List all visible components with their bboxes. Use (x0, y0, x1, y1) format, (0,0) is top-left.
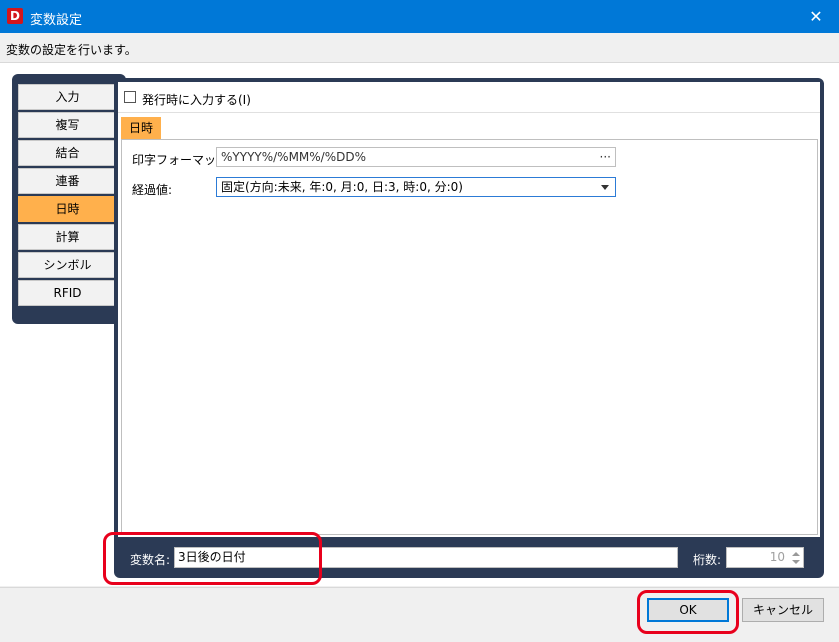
tab-symbol[interactable]: シンボル (18, 252, 117, 278)
cancel-button[interactable]: キャンセル (742, 598, 824, 622)
window-title: 変数設定 (30, 13, 83, 28)
tab-datetime-settings[interactable]: 日時 (121, 117, 161, 139)
tab-datetime[interactable]: 日時 (18, 196, 117, 222)
issue-input-checkbox[interactable] (124, 91, 136, 103)
tab-input[interactable]: 入力 (18, 84, 117, 110)
print-format-field[interactable]: %YYYY%/%MM%/%DD% ··· (216, 147, 616, 167)
description-bar: 変数の設定を行います。 (0, 33, 839, 63)
tab-join[interactable]: 結合 (18, 140, 117, 166)
digits-label: 桁数: (693, 553, 722, 567)
close-button[interactable]: ✕ (793, 0, 839, 33)
description-text: 変数の設定を行います。 (6, 43, 137, 57)
tab-rfid[interactable]: RFID (18, 280, 117, 306)
digits-value: 10 (769, 550, 785, 564)
highlight-annotation-variable-name (103, 532, 322, 585)
datetime-settings-panel (121, 139, 818, 535)
print-format-value: %YYYY%/%MM%/%DD% (221, 150, 367, 164)
format-browse-button[interactable]: ··· (600, 148, 611, 166)
tab-calculation[interactable]: 計算 (18, 224, 117, 250)
chevron-down-icon[interactable] (601, 185, 609, 190)
spin-down-icon[interactable] (792, 560, 800, 564)
highlight-annotation-ok (637, 590, 739, 634)
elapsed-value-label: 経過値: (132, 183, 173, 197)
divider (118, 112, 820, 113)
elapsed-value-selected: 固定(方向:未来, 年:0, 月:0, 日:3, 時:0, 分:0) (221, 180, 463, 194)
spin-up-icon[interactable] (792, 552, 800, 556)
tab-copy[interactable]: 複写 (18, 112, 117, 138)
issue-input-checkbox-label[interactable]: 発行時に入力する(I) (142, 91, 251, 108)
app-logo-icon: D (7, 8, 23, 24)
title-bar: D 変数設定 ✕ (0, 0, 839, 33)
digits-stepper[interactable]: 10 (726, 547, 804, 568)
tab-serial[interactable]: 連番 (18, 168, 117, 194)
elapsed-value-select[interactable]: 固定(方向:未来, 年:0, 月:0, 日:3, 時:0, 分:0) (216, 177, 616, 197)
